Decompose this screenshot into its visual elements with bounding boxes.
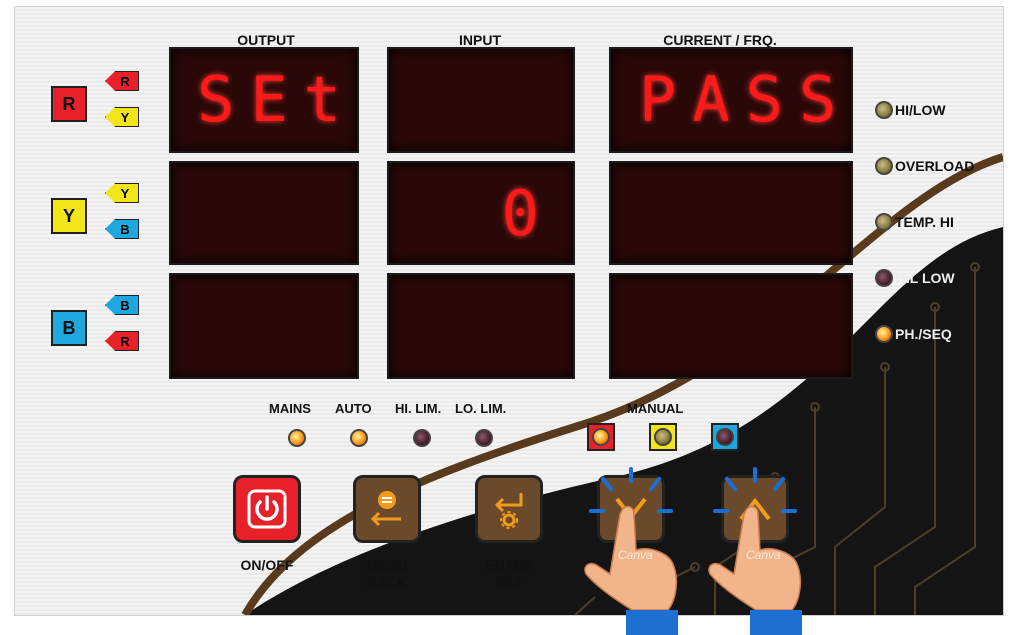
hand-pointer-up — [708, 505, 802, 635]
display-current-r: PASS — [609, 47, 853, 153]
enter-set-button[interactable] — [475, 475, 543, 543]
menu-back-icon — [370, 491, 401, 527]
display-input-y-value: 0 — [501, 177, 555, 250]
back-label: BACK — [366, 574, 408, 590]
oil-low-led — [875, 269, 893, 287]
controller-panel: OUTPUT INPUT CURRENT / FRQ. R R Y Y Y B … — [14, 6, 1004, 616]
header-input: INPUT — [459, 32, 501, 48]
on-off-label: ON/OFF — [240, 557, 294, 573]
manual-label: MANUAL — [627, 401, 684, 416]
hi-lim-led — [413, 429, 431, 447]
menu-back-label: MENU BACK — [351, 557, 423, 591]
display-current-y — [609, 161, 853, 265]
mains-led — [288, 429, 306, 447]
auto-label: AUTO — [335, 401, 372, 416]
temp-hi-label: TEMP. HI — [895, 214, 954, 230]
display-output-b — [169, 273, 359, 379]
phase-b-badge: B — [51, 310, 87, 346]
ph-seq-led — [875, 325, 893, 343]
oil-low-label: OIL LOW — [895, 270, 955, 286]
manual-r-led — [592, 428, 610, 446]
lo-lim-label: LO. LIM. — [455, 401, 507, 416]
header-current-frq: CURRENT / FRQ. — [663, 32, 777, 48]
auto-led — [350, 429, 368, 447]
manual-b-led — [716, 428, 734, 446]
mains-label: MAINS — [269, 401, 311, 416]
display-output-r-value: SEt — [197, 63, 357, 136]
manual-r-box[interactable] — [587, 423, 615, 451]
menu-back-button[interactable] — [353, 475, 421, 543]
ph-seq-label: PH./SEQ — [895, 326, 952, 342]
phase-y-badge: Y — [51, 198, 87, 234]
display-output-y — [169, 161, 359, 265]
hi-low-led — [875, 101, 893, 119]
watermark-up: Canva — [746, 548, 781, 562]
manual-y-box[interactable] — [649, 423, 677, 451]
display-output-r: SEt — [169, 47, 359, 153]
display-current-b — [609, 273, 853, 379]
display-input-y: 0 — [387, 161, 575, 265]
hi-lim-label: HI. LIM. — [395, 401, 442, 416]
manual-b-box[interactable] — [711, 423, 739, 451]
hi-low-label: HI/LOW — [895, 102, 946, 118]
overload-led — [875, 157, 893, 175]
on-off-button[interactable] — [233, 475, 301, 543]
phase-r-badge: R — [51, 86, 87, 122]
temp-hi-led — [875, 213, 893, 231]
display-input-r — [387, 47, 575, 153]
hand-pointer-down — [584, 505, 678, 635]
watermark-down: Canva — [618, 548, 653, 562]
lo-lim-led — [475, 429, 493, 447]
set-label: SET — [495, 574, 523, 590]
menu-label: MENU — [366, 557, 408, 573]
header-output: OUTPUT — [237, 32, 295, 48]
display-input-b — [387, 273, 575, 379]
power-icon — [247, 489, 287, 529]
display-current-r-value: PASS — [639, 63, 853, 136]
enter-set-label: ENTER SET — [473, 557, 545, 591]
enter-set-icon — [494, 493, 523, 529]
enter-label: ENTER — [485, 557, 533, 573]
manual-y-led — [654, 428, 672, 446]
overload-label: OVERLOAD — [895, 158, 975, 174]
